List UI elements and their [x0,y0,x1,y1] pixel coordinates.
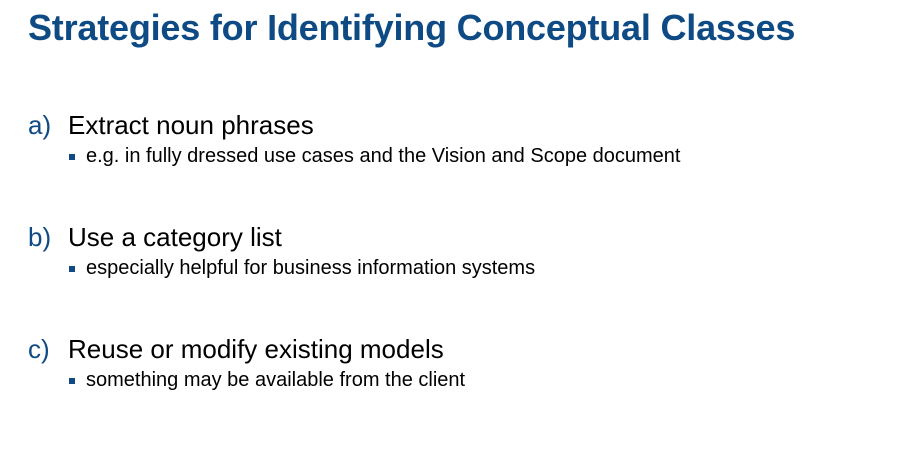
strategy-bullet-row: e.g. in fully dressed use cases and the … [69,145,680,168]
strategy-bullet-text: something may be available from the clie… [86,369,466,391]
strategy-marker: c) [28,334,50,364]
strategy-bullet-row: especially helpful for business informat… [69,257,535,280]
strategy-marker: a) [28,110,52,140]
slide-title: Strategies for Identifying Conceptual Cl… [28,7,796,48]
strategy-heading-row: b) Use a category list [28,222,535,253]
strategy-bullet-row: something may be available from the clie… [69,369,465,392]
strategy-item-c: c) Reuse or modify existing models somet… [28,334,465,392]
strategy-item-a: a) Extract noun phrases e.g. in fully dr… [28,110,680,168]
strategy-item-b: b) Use a category list especially helpfu… [28,222,535,280]
strategy-heading: Use a category list [68,222,282,252]
strategy-heading: Extract noun phrases [68,110,314,140]
strategy-heading-row: a) Extract noun phrases [28,110,680,141]
strategy-heading: Reuse or modify existing models [68,334,444,364]
square-bullet-icon [69,153,75,160]
square-bullet-icon [69,377,75,384]
strategy-heading-row: c) Reuse or modify existing models [28,334,465,365]
strategy-marker: b) [28,222,52,252]
strategy-bullet-text: especially helpful for business informat… [86,257,536,279]
strategy-bullet-text: e.g. in fully dressed use cases and the … [86,145,681,167]
square-bullet-icon [69,265,75,272]
